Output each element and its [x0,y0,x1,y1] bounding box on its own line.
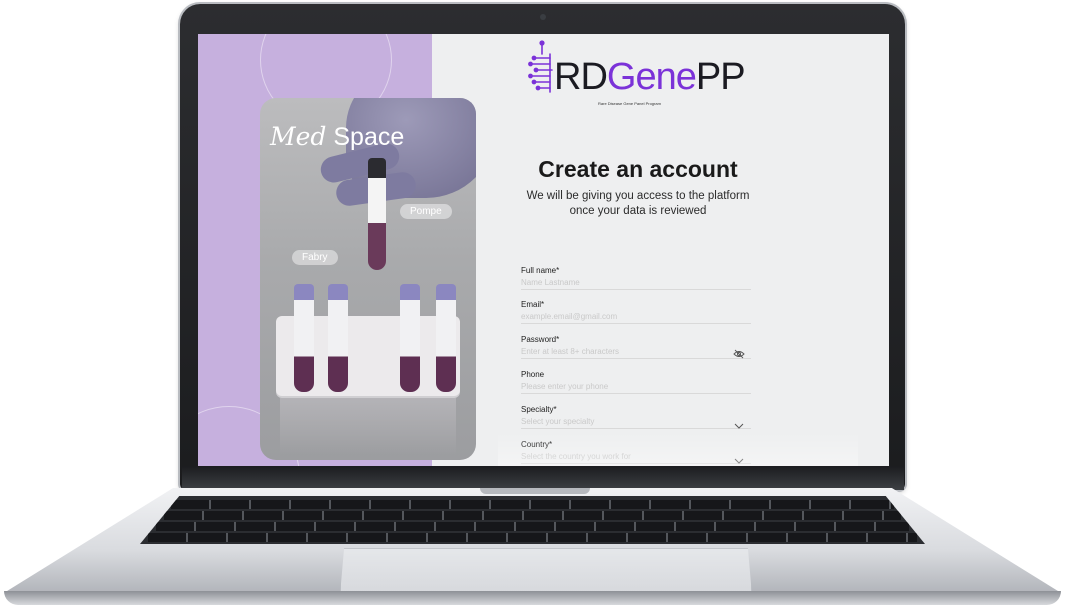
logo-wordmark: RDGenePP [554,56,746,98]
logo-pp: PP [695,56,746,98]
key-row [163,511,902,520]
chevron-down-icon[interactable] [733,421,745,431]
chip-pompe: Pompe [400,204,452,219]
phone-field: Phone [521,370,751,394]
page-subtitle: We will be giving you access to the plat… [526,190,750,217]
full-name-input[interactable] [521,276,751,290]
password-label: Password* [521,335,560,344]
country-select[interactable] [521,450,751,464]
medspace-brand-regular: Space [333,123,405,151]
test-tube [294,284,314,392]
rdgenepp-logo: RDGenePP Rare Disease Gene Panel Program [528,38,748,106]
eye-off-icon[interactable] [733,349,745,359]
laptop-keyboard [140,496,925,544]
test-tube [400,284,420,392]
specialty-field: Specialty* [521,405,751,429]
logo-rd: RD [554,56,608,98]
medspace-brand: Med Space [270,122,404,152]
email-field: Email* [521,300,751,324]
dna-strand-icon [528,40,553,93]
chevron-down-icon[interactable] [733,456,745,466]
page-title: Create an account [538,156,738,182]
country-field: Country* [521,440,751,464]
key-row [171,500,894,509]
phone-input[interactable] [521,380,751,394]
webcam [540,14,546,20]
full-name-field: Full name* [521,266,751,290]
specialty-select[interactable] [521,415,751,429]
key-row [155,522,910,531]
test-tube [328,284,348,392]
specialty-label: Specialty* [521,405,557,414]
country-label: Country* [521,440,553,449]
laptop-trackpad [340,548,752,595]
logo-gene: Gene [606,56,697,98]
laptop-hinge [182,466,904,490]
email-label: Email* [521,300,545,309]
hero-photo-card: Med Space Pompe Fabry [260,98,476,460]
rack-reflection [280,398,456,454]
email-input[interactable] [521,310,751,324]
logo-subtitle: Rare Disease Gene Panel Program [598,101,661,106]
chip-fabry: Fabry [292,250,338,265]
test-tube [436,284,456,392]
medspace-brand-italic: Med [270,122,327,151]
key-row [147,533,918,542]
held-test-tube [368,158,386,270]
lid-notch [480,488,590,494]
password-input[interactable] [521,345,751,359]
laptop-base-edge [4,591,1061,605]
laptop-screen: Med Space Pompe Fabry RDGenePP Rare Dise… [198,34,889,466]
full-name-label: Full name* [521,266,560,275]
phone-label: Phone [521,370,545,379]
password-field: Password* [521,335,751,359]
